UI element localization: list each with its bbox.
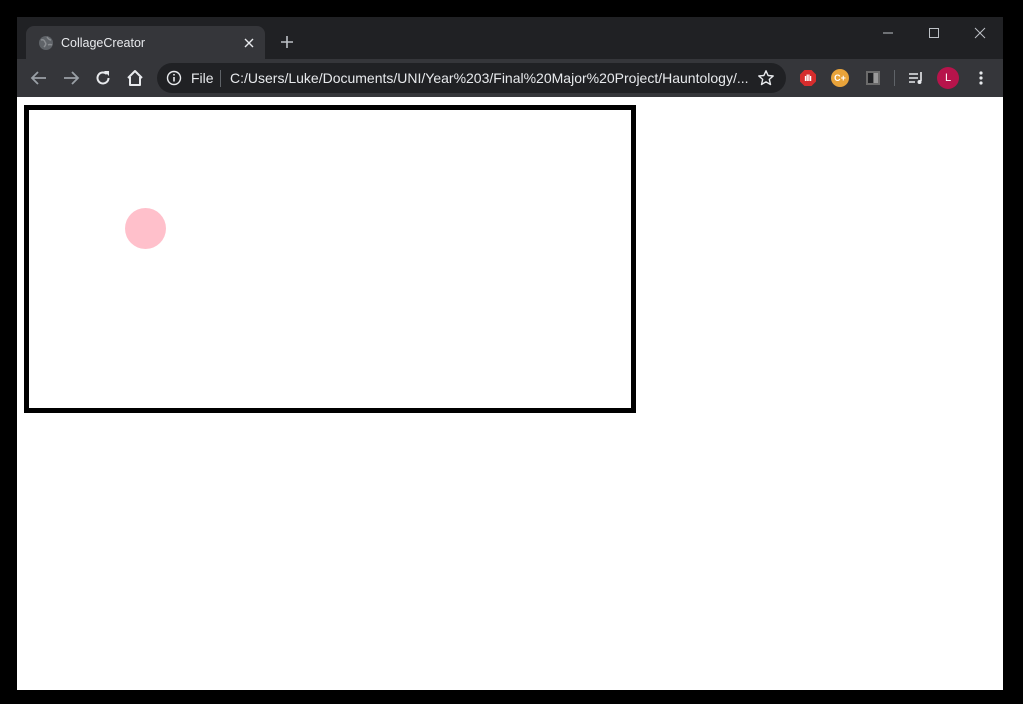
tab-close-icon[interactable] (240, 34, 258, 52)
pink-circle[interactable] (125, 208, 166, 249)
forward-arrow-icon[interactable] (57, 64, 85, 92)
url-text[interactable]: C:/Users/Luke/Documents/UNI/Year%203/Fin… (230, 70, 750, 86)
info-icon[interactable] (166, 70, 182, 86)
window-close-icon[interactable] (960, 19, 1000, 47)
address-divider (220, 70, 221, 87)
toolbar-divider (894, 70, 895, 86)
more-menu-icon[interactable] (967, 64, 995, 92)
bookmark-star-icon[interactable] (757, 69, 775, 87)
page-content (17, 97, 1003, 690)
minimize-icon[interactable] (868, 19, 908, 47)
url-scheme-label: File (191, 70, 214, 86)
browser-toolbar: File C:/Users/Luke/Documents/UNI/Year%20… (17, 59, 1003, 97)
back-arrow-icon[interactable] (25, 64, 53, 92)
browser-window: CollageCreator File C:/Users/Luke/Docume… (17, 17, 1003, 690)
tab-title: CollageCreator (61, 36, 146, 50)
reload-icon[interactable] (89, 64, 117, 92)
new-tab-plus-icon[interactable] (276, 31, 298, 53)
globe-icon (38, 35, 54, 51)
tab-collage-creator[interactable]: CollageCreator (26, 26, 265, 59)
home-icon[interactable] (121, 64, 149, 92)
reader-extension-icon[interactable] (864, 69, 882, 87)
collage-canvas[interactable] (24, 105, 636, 413)
adblock-icon[interactable] (799, 69, 817, 87)
media-queue-icon[interactable] (902, 64, 930, 92)
coupon-extension-icon[interactable]: C+ (831, 69, 849, 87)
maximize-icon[interactable] (914, 19, 954, 47)
profile-avatar[interactable]: L (937, 67, 959, 89)
address-bar[interactable]: File C:/Users/Luke/Documents/UNI/Year%20… (157, 63, 786, 93)
tab-strip: CollageCreator (17, 17, 1003, 59)
